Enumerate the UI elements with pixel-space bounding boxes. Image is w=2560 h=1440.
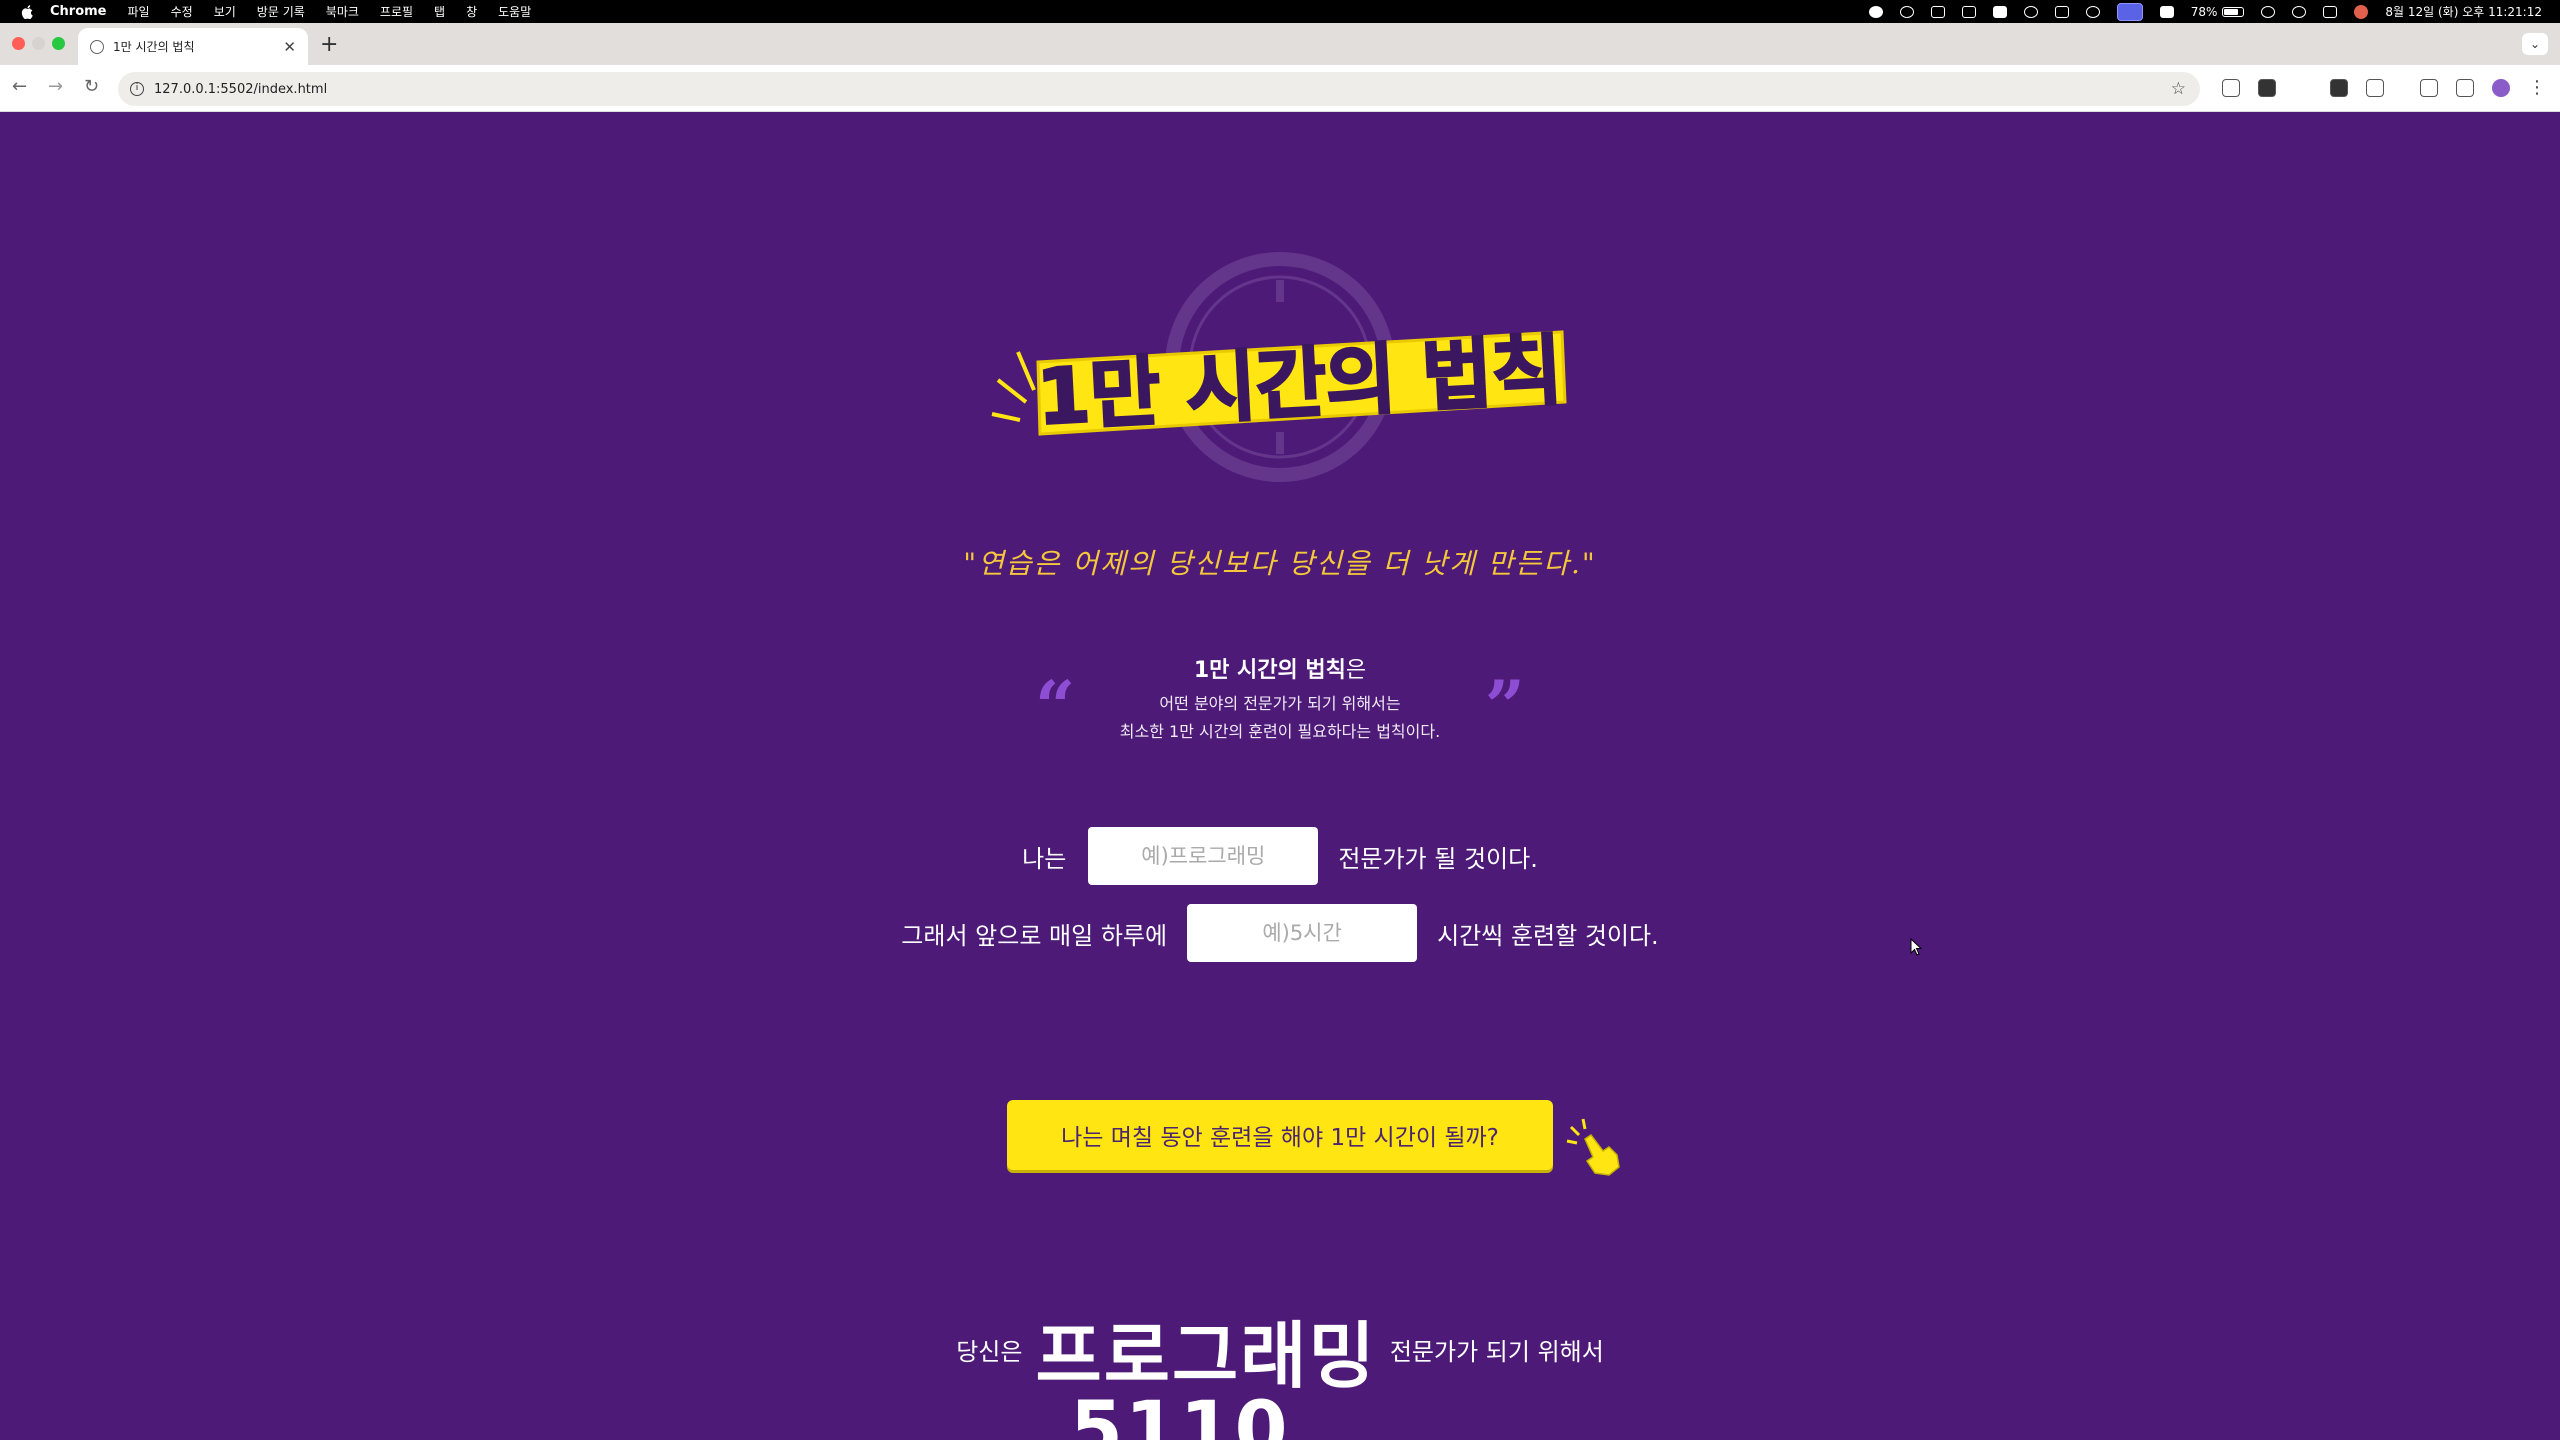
close-tab-icon[interactable]: ✕ (283, 38, 296, 56)
f-extension-icon[interactable] (2330, 79, 2348, 97)
battery-status[interactable]: 78% (2191, 5, 2245, 19)
result-days: 5110 (1070, 1384, 1290, 1440)
menu-edit[interactable]: 수정 (171, 3, 193, 20)
app-name[interactable]: Chrome (50, 4, 107, 19)
control-center-icon[interactable] (2323, 5, 2338, 18)
menu-help[interactable]: 도움말 (498, 3, 531, 20)
description-title-bold: 1만 시간의 법칙 (1193, 658, 1346, 683)
profile-avatar-icon[interactable] (2492, 79, 2510, 97)
time-suffix-label: 시간씩 훈련할 것이다. (1437, 921, 1659, 950)
user-avatar-icon[interactable] (2354, 4, 2369, 19)
open-quote-icon: “ (1035, 665, 1076, 748)
menu-view[interactable]: 보기 (214, 3, 236, 20)
fullscreen-window-button[interactable] (52, 37, 65, 50)
play-icon[interactable] (2085, 5, 2100, 18)
puzzle-extensions-icon[interactable] (2366, 79, 2384, 97)
battery-percent: 78% (2190, 4, 2218, 19)
wifi-icon[interactable] (2261, 5, 2276, 18)
close-quote-icon: ” (1484, 665, 1525, 748)
logo-text: 1만 시간의 법칙 (1035, 325, 1564, 441)
menu-tab[interactable]: 탭 (434, 3, 445, 20)
tab-strip: 1만 시간의 법칙 ✕ + ⌄ (0, 23, 2560, 65)
page-content: 1만 시간의 법칙 "연습은 어제의 당신보다 당신을 더 낫게 만든다." “… (0, 112, 2560, 1440)
menu-bar: Chrome 파일 수정 보기 방문 기록 북마크 프로필 탭 창 도움말 78… (0, 0, 2560, 23)
tab-title: 1만 시간의 법칙 (113, 40, 195, 54)
reading-list-icon[interactable] (2456, 79, 2474, 97)
new-tab-button[interactable]: + (320, 32, 338, 57)
battery-icon (2222, 6, 2245, 17)
search-icon[interactable] (2292, 5, 2307, 18)
logo: 1만 시간의 법칙 (991, 252, 1567, 482)
forward-button[interactable]: → (48, 76, 63, 97)
card-icon[interactable] (1992, 5, 2007, 18)
menu-bookmarks[interactable]: 북마크 (326, 3, 359, 20)
burst-lines (991, 351, 1036, 422)
download-icon[interactable] (2420, 79, 2438, 97)
back-button[interactable]: ← (12, 76, 27, 97)
description-body: 어떤 분야의 전문가가 되기 위해서는 최소한 1만 시간의 훈련이 필요하다는… (1030, 690, 1530, 746)
site-info-icon[interactable]: i (130, 82, 144, 96)
pen-extension-icon[interactable] (2294, 79, 2312, 97)
field-row: 나는 전문가가 될 것이다. (0, 827, 2560, 885)
record-icon[interactable] (1868, 5, 1883, 18)
url-text[interactable]: 127.0.0.1:5502/index.html (154, 82, 327, 97)
shield-icon[interactable] (1961, 5, 1976, 18)
tagline: "연습은 어제의 당신보다 당신을 더 낫게 만든다." (963, 547, 1597, 580)
description-title-suffix: 은 (1345, 658, 1367, 683)
sheet-extension-icon[interactable] (2258, 79, 2276, 97)
field-suffix-label: 전문가가 될 것이다. (1338, 844, 1538, 873)
menu-file[interactable]: 파일 (128, 3, 150, 20)
menubar-clock[interactable]: 8월 12일 (화) 오후 11:21:12 (2385, 3, 2542, 20)
pointing-hand-icon (1566, 1118, 1620, 1176)
description-line-1: 어떤 분야의 전문가가 되기 위해서는 (1159, 694, 1401, 713)
result-suffix: 전문가가 되기 위해서 (1389, 1338, 1604, 1366)
chrome-menu-icon[interactable]: ⋮ (2528, 77, 2546, 98)
menu-window[interactable]: 창 (466, 3, 477, 20)
notification-icon[interactable] (2023, 5, 2038, 18)
bluetooth-icon[interactable] (2054, 5, 2069, 18)
description-line-2: 최소한 1만 시간의 훈련이 필요하다는 법칙이다. (1119, 722, 1441, 741)
input-source-icon[interactable] (2159, 5, 2174, 18)
menu-history[interactable]: 방문 기록 (257, 3, 305, 20)
result-prefix: 당신은 (956, 1338, 1023, 1366)
time-row: 그래서 앞으로 매일 하루에 시간씩 훈련할 것이다. (0, 904, 2560, 962)
browser-toolbar: ← → ↻ i 127.0.0.1:5502/index.html ☆ ⋮ (0, 65, 2560, 112)
screen-mirror-icon[interactable] (2116, 2, 2143, 21)
reload-button[interactable]: ↻ (84, 76, 99, 97)
settings-status-icon[interactable] (1899, 5, 1914, 18)
camera-extension-icon[interactable] (2222, 79, 2240, 97)
close-window-button[interactable] (12, 37, 25, 50)
browser-tab-active[interactable]: 1만 시간의 법칙 ✕ (78, 28, 308, 65)
rule-description: “ ” 1만 시간의 법칙은 어떤 분야의 전문가가 되기 위해서는 최소한 1… (1030, 652, 1530, 746)
description-title: 1만 시간의 법칙은 (1030, 652, 1530, 684)
time-prefix-label: 그래서 앞으로 매일 하루에 (901, 921, 1168, 950)
bookmark-star-icon[interactable]: ☆ (2171, 79, 2186, 99)
time-input[interactable] (1187, 904, 1418, 962)
address-bar[interactable]: i 127.0.0.1:5502/index.html ☆ (118, 72, 2200, 106)
menu-profile[interactable]: 프로필 (380, 3, 413, 20)
field-input[interactable] (1088, 827, 1319, 885)
tab-search-button[interactable]: ⌄ (2522, 33, 2548, 55)
apple-icon[interactable] (20, 4, 34, 19)
field-prefix-label: 나는 (1022, 844, 1067, 873)
notion-icon[interactable] (1930, 5, 1945, 18)
calculate-button[interactable]: 나는 며칠 동안 훈련을 해야 1만 시간이 될까? (1007, 1100, 1553, 1170)
mouse-cursor-icon (1910, 938, 1923, 956)
minimize-window-button[interactable] (32, 37, 45, 50)
globe-icon (90, 39, 104, 54)
